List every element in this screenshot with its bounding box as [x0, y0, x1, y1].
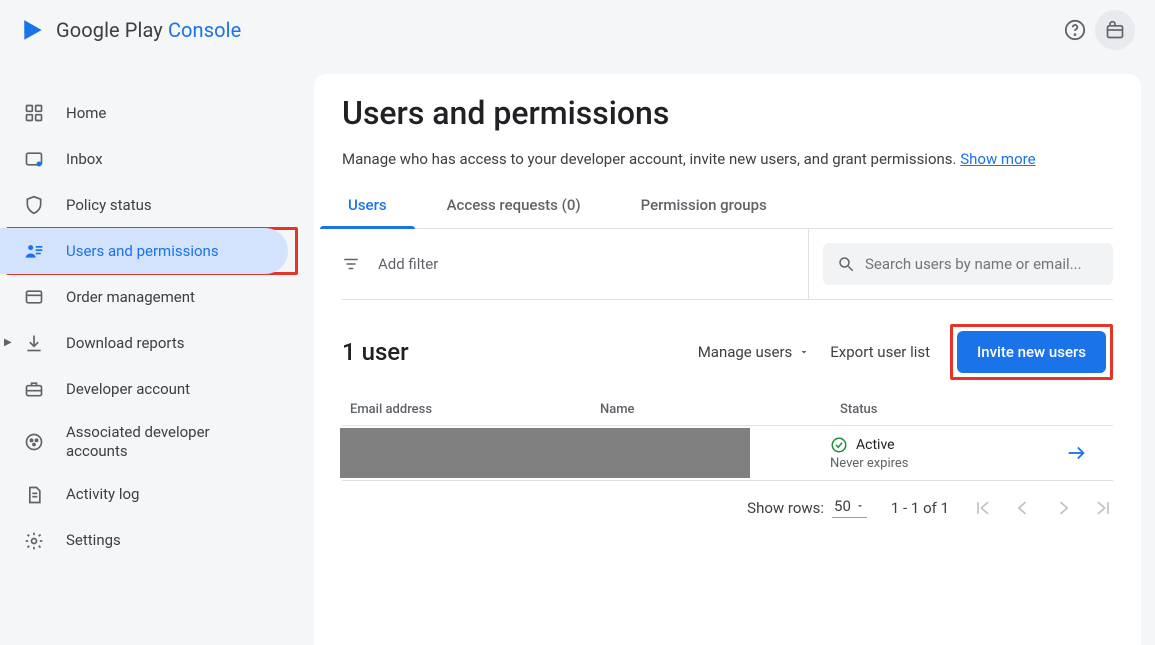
sidebar-item-inbox[interactable]: Inbox	[0, 136, 288, 182]
briefcase-icon	[22, 377, 46, 401]
sidebar-item-label: Developer account	[66, 380, 190, 399]
sidebar-item-settings[interactable]: Settings	[0, 518, 288, 564]
user-count: 1 user	[342, 338, 678, 366]
sidebar-item-downloads[interactable]: ▶ Download reports	[0, 320, 288, 366]
download-icon	[22, 331, 46, 355]
page-range: 1 - 1 of 1	[891, 499, 949, 517]
row-arrow-button[interactable]	[1065, 442, 1105, 464]
sidebar: Home Inbox Policy status Users and permi…	[0, 60, 300, 645]
help-icon	[1064, 19, 1086, 41]
sidebar-item-label: Inbox	[66, 150, 103, 169]
section-row: 1 user Manage users Export user list Inv…	[342, 324, 1113, 380]
page-subtitle: Manage who has access to your developer …	[342, 150, 1113, 168]
sidebar-item-users-permissions[interactable]: Users and permissions	[0, 228, 288, 274]
sidebar-item-label: Settings	[66, 531, 121, 550]
store-button[interactable]	[1095, 10, 1135, 50]
col-email: Email address	[350, 402, 600, 417]
page-title: Users and permissions	[342, 94, 1113, 132]
sidebar-item-orders[interactable]: Order management	[0, 274, 288, 320]
topbar: Google Play Console	[0, 0, 1155, 60]
invite-new-users-button[interactable]: Invite new users	[957, 331, 1106, 373]
search-box[interactable]	[823, 243, 1113, 285]
tab-access-requests[interactable]: Access requests (0)	[441, 196, 587, 228]
rows-per-page-select[interactable]: 50	[832, 497, 867, 518]
export-user-list-button[interactable]: Export user list	[830, 343, 930, 361]
sidebar-item-associated-accounts[interactable]: Associated developer accounts	[0, 412, 288, 472]
show-rows-label: Show rows:	[747, 499, 824, 517]
gear-icon	[22, 529, 46, 553]
filter-icon[interactable]	[342, 255, 360, 273]
manage-users-button[interactable]: Manage users	[698, 343, 811, 361]
home-icon	[22, 101, 46, 125]
status-text: Active	[856, 437, 895, 453]
sidebar-item-label: Activity log	[66, 485, 139, 504]
tab-permission-groups[interactable]: Permission groups	[635, 196, 773, 228]
users-table: Email address Name Status Active	[342, 394, 1113, 481]
brand-logo[interactable]: Google Play Console	[20, 17, 241, 43]
sidebar-item-policy[interactable]: Policy status	[0, 182, 288, 228]
col-name: Name	[600, 402, 840, 417]
status-expires: Never expires	[830, 456, 1065, 471]
check-circle-icon	[830, 436, 848, 454]
store-icon	[1105, 20, 1125, 40]
network-icon	[22, 430, 46, 454]
sidebar-item-label: Users and permissions	[66, 242, 219, 261]
users-icon	[22, 239, 46, 263]
chevron-down-icon	[855, 501, 865, 511]
sidebar-item-home[interactable]: Home	[0, 90, 288, 136]
redacted-cell	[340, 428, 750, 478]
sidebar-item-activity-log[interactable]: Activity log	[0, 472, 288, 518]
prev-page-button[interactable]	[1013, 498, 1033, 518]
sidebar-item-label: Associated developer accounts	[66, 423, 270, 461]
sidebar-item-label: Home	[66, 104, 106, 123]
col-status: Status	[840, 402, 1065, 417]
expand-caret-icon: ▶	[4, 337, 12, 350]
first-page-button[interactable]	[973, 498, 993, 518]
help-button[interactable]	[1055, 10, 1095, 50]
play-logo-icon	[20, 17, 46, 43]
sidebar-item-developer-account[interactable]: Developer account	[0, 366, 288, 412]
sidebar-item-label: Policy status	[66, 196, 152, 215]
table-row[interactable]: Active Never expires	[342, 425, 1113, 481]
search-icon	[837, 255, 855, 273]
pagination: Show rows: 50 1 - 1 of 1	[342, 497, 1113, 518]
log-icon	[22, 483, 46, 507]
last-page-button[interactable]	[1093, 498, 1113, 518]
card-icon	[22, 285, 46, 309]
search-input[interactable]	[865, 255, 1099, 273]
inbox-icon	[22, 147, 46, 171]
sidebar-item-label: Order management	[66, 288, 195, 307]
next-page-button[interactable]	[1053, 498, 1073, 518]
shield-icon	[22, 193, 46, 217]
brand-text: Google Play Console	[56, 18, 241, 42]
filter-row: Add filter	[342, 243, 1113, 300]
main-panel: Users and permissions Manage who has acc…	[314, 74, 1141, 645]
chevron-down-icon	[798, 346, 810, 358]
tabs: Users Access requests (0) Permission gro…	[342, 196, 1113, 229]
show-more-link[interactable]: Show more	[960, 150, 1035, 168]
highlight-box: Invite new users	[950, 324, 1113, 380]
table-header: Email address Name Status	[342, 394, 1113, 425]
add-filter-button[interactable]: Add filter	[378, 255, 438, 273]
sidebar-item-label: Download reports	[66, 334, 184, 353]
divider	[808, 229, 809, 299]
tab-users[interactable]: Users	[342, 196, 393, 228]
